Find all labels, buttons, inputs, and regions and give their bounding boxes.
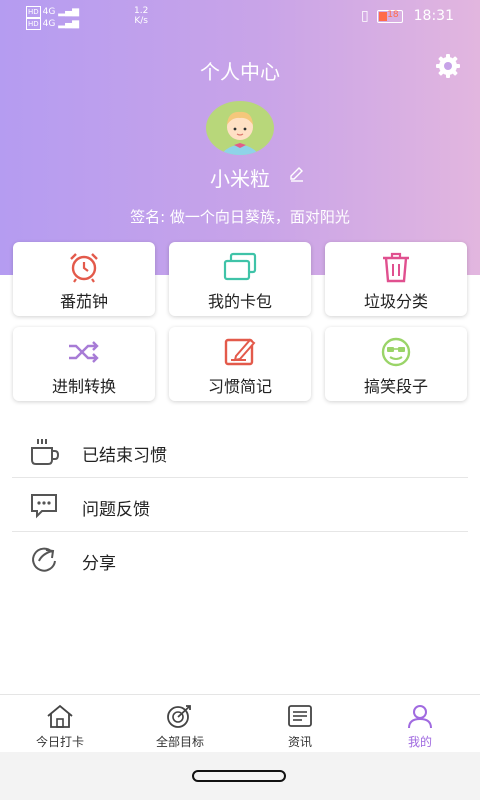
- speed-value: 1.2: [134, 6, 149, 16]
- home-icon: [47, 704, 73, 728]
- tab-label: 今日打卡: [35, 735, 84, 749]
- avatar[interactable]: [206, 101, 274, 155]
- home-indicator[interactable]: [192, 770, 286, 782]
- network-speed: 1.2 K/s: [134, 6, 148, 26]
- cup-icon: [31, 439, 60, 465]
- news-icon: [288, 705, 312, 727]
- grid-item-garbage-sorting[interactable]: 垃圾分类: [325, 242, 467, 316]
- grid-item-jokes[interactable]: 搞笑段子: [325, 327, 467, 401]
- tab-mine[interactable]: 我的: [360, 695, 480, 753]
- feedback-icon: [31, 494, 57, 519]
- network-type-2: 4G: [42, 19, 56, 29]
- list-item-ended-habits[interactable]: 已结束习惯: [12, 424, 468, 478]
- grid-item-label: 垃圾分类: [363, 292, 428, 311]
- tab-news[interactable]: 资讯: [240, 695, 360, 753]
- grid-item-label: 我的卡包: [207, 292, 272, 311]
- tab-all-goals[interactable]: 全部目标: [120, 695, 240, 753]
- bottom-tab-bar: 今日打卡 全部目标 资讯 我的: [0, 694, 480, 753]
- shuffle-icon: [69, 341, 99, 363]
- grid-item-base-conversion[interactable]: 进制转换: [13, 327, 155, 401]
- grid-item-label: 番茄钟: [59, 292, 108, 311]
- cards-icon: [223, 252, 257, 281]
- trash-icon: [383, 252, 409, 283]
- username: 小米粒: [210, 167, 270, 191]
- profile-icon: [408, 705, 432, 729]
- sim2-badge: HD: [26, 18, 41, 30]
- vibrate-icon: ▯: [361, 8, 369, 24]
- list-item-label: 分享: [82, 554, 116, 574]
- grid-item-label: 习惯简记: [207, 377, 272, 396]
- list-item-share[interactable]: 分享: [12, 532, 468, 585]
- target-icon: [167, 705, 191, 728]
- grid-item-habit-notes[interactable]: 习惯简记: [169, 327, 311, 401]
- grid-item-pomodoro[interactable]: 番茄钟: [13, 242, 155, 316]
- menu-list: 已结束习惯 问题反馈 分享: [12, 424, 468, 585]
- battery-icon: 18: [377, 9, 404, 23]
- tab-label: 我的: [407, 735, 432, 749]
- tab-today-checkin[interactable]: 今日打卡: [0, 695, 120, 753]
- clock: 18:31: [413, 8, 454, 24]
- status-bar: HD 4G ▂▄▆ HD 4G ▂▄▆ 1.2 K/s ▯ 18 18:31: [0, 0, 480, 32]
- notepad-icon: [224, 338, 256, 366]
- list-item-feedback[interactable]: 问题反馈: [12, 478, 468, 532]
- page-title: 个人中心: [200, 60, 280, 84]
- list-item-label: 问题反馈: [82, 500, 150, 520]
- list-item-label: 已结束习惯: [82, 446, 167, 466]
- avatar-image: [221, 111, 259, 155]
- grid-item-label: 进制转换: [51, 377, 116, 396]
- share-icon: [32, 547, 56, 572]
- speed-unit: K/s: [134, 16, 148, 26]
- signature: 签名: 做一个向日葵族，面对阳光: [130, 208, 350, 226]
- grid-item-card-wallet[interactable]: 我的卡包: [169, 242, 311, 316]
- status-right: ▯ 18 18:31: [361, 8, 454, 24]
- network-type-1: 4G: [42, 7, 56, 17]
- alarm-clock-icon: [70, 253, 98, 283]
- tab-label: 全部目标: [155, 735, 204, 749]
- battery-level: 18: [387, 9, 399, 20]
- grid-item-label: 搞笑段子: [363, 377, 428, 396]
- edit-icon[interactable]: [288, 165, 306, 183]
- tab-label: 资讯: [287, 735, 312, 749]
- system-nav-bar: [0, 752, 480, 800]
- smiley-icon: [381, 337, 411, 367]
- gear-icon[interactable]: [434, 52, 462, 80]
- sim1-badge: HD: [26, 6, 41, 18]
- signal-indicators: HD 4G ▂▄▆ HD 4G ▂▄▆: [26, 6, 79, 30]
